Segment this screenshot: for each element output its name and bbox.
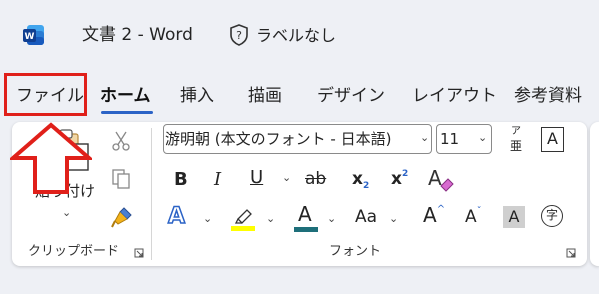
character-border-button[interactable]: A [541,127,564,152]
tab-layout[interactable]: レイアウト [412,84,497,108]
ribbon-next-panel [590,122,599,266]
title-bar: W 文書 2 - Word ? ラベルなし [0,0,599,72]
red-arrow-annotation-icon [10,122,92,194]
selected-tab-indicator [101,111,153,114]
svg-text:A: A [428,166,442,190]
font-group-label: フォント [329,244,382,259]
subscript-x: x [352,169,363,189]
underline-button[interactable]: U [250,167,263,188]
word-logo-icon: W [23,25,44,45]
tab-design[interactable]: デザイン [317,84,385,108]
copy-icon[interactable] [110,168,132,190]
clipboard-dialog-launcher-icon[interactable] [134,248,144,258]
bold-button[interactable]: B [174,169,188,190]
phonetic-guide-top[interactable]: ア [508,126,524,137]
font-size-value: 11 [440,130,460,148]
tab-draw[interactable]: 描画 [248,84,282,108]
shrink-font-button[interactable]: Aˇ [465,206,482,227]
subscript-button[interactable]: x2 [352,169,369,191]
font-color-chevron-icon[interactable]: ⌄ [327,212,336,225]
shrink-arrow-icon: ˇ [476,206,482,217]
text-effects-button[interactable]: A [167,203,186,230]
superscript-button[interactable]: x2 [391,169,408,189]
strikethrough-button[interactable]: ab [305,169,326,189]
tab-home[interactable]: ホーム [100,84,151,108]
tab-references[interactable]: 参考資料 [514,84,582,108]
superscript-x: x [391,169,402,189]
clear-formatting-icon[interactable]: A [426,166,456,192]
cut-icon[interactable] [110,130,132,152]
highlighter-icon[interactable] [230,205,256,231]
grow-arrow-icon: ^ [436,204,446,215]
grow-font-letter: A [423,203,437,227]
tab-insert[interactable]: 挿入 [180,84,214,108]
change-case-chevron-icon[interactable]: ⌄ [389,212,398,225]
font-size-chevron-icon[interactable]: ⌄ [478,131,487,144]
sensitivity-label[interactable]: ラベルなし [256,25,336,47]
font-name-chevron-icon[interactable]: ⌄ [420,131,429,144]
italic-button[interactable]: I [214,169,221,190]
superscript-mark: 2 [401,169,409,179]
change-case-button[interactable]: Aa [355,207,377,227]
paste-dropdown-chevron-icon[interactable]: ⌄ [62,206,71,219]
format-painter-icon[interactable] [110,205,134,229]
svg-text:W: W [25,32,35,42]
shrink-font-letter: A [465,207,477,227]
font-name-value: 游明朝 (本文のフォント - 日本語) [165,130,392,148]
clipboard-group-label: クリップボード [28,244,120,259]
group-separator [151,128,152,260]
subscript-mark: 2 [362,181,370,191]
document-title: 文書 2 - Word [82,25,193,45]
underline-chevron-icon[interactable]: ⌄ [282,171,291,184]
font-color-button[interactable]: A [298,203,312,225]
character-shading-button[interactable]: A [503,206,525,228]
file-tab-highlight-box [4,73,87,116]
text-effects-chevron-icon[interactable]: ⌄ [203,212,212,225]
svg-text:?: ? [236,29,242,42]
font-dialog-launcher-icon[interactable] [566,248,576,258]
sensitivity-shield-icon[interactable]: ? [229,23,249,47]
enclose-characters-button[interactable]: 字 [541,205,563,227]
phonetic-guide-bottom[interactable]: 亜 [508,139,524,153]
highlighter-chevron-icon[interactable]: ⌄ [266,212,275,225]
grow-font-button[interactable]: A^ [423,203,445,227]
font-color-bar [294,227,318,232]
